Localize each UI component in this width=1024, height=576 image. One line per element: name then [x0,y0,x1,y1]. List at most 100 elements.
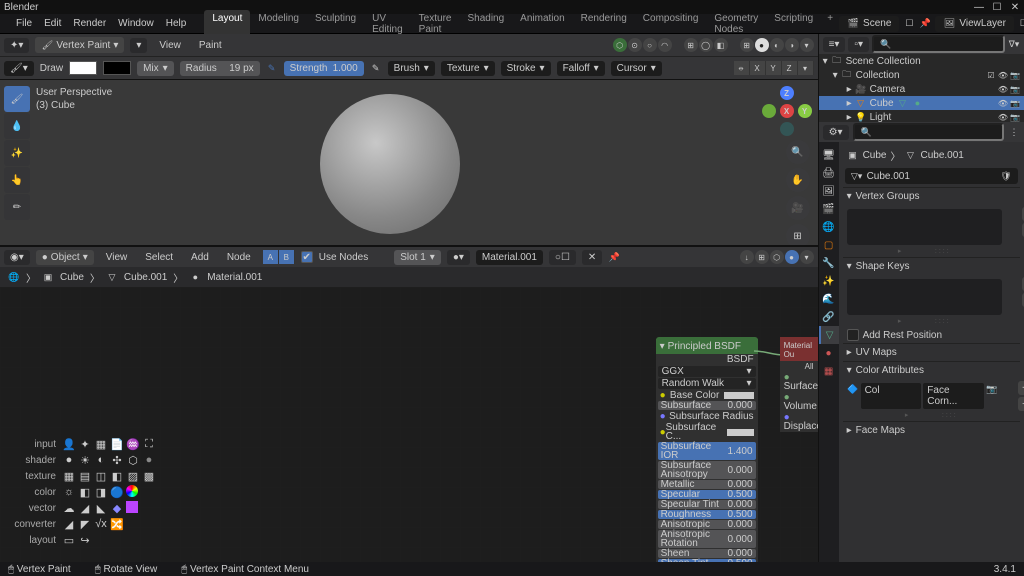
tab-texture[interactable]: ▦ [819,362,839,380]
layout-icon-1[interactable]: ▭ [62,533,76,547]
bsdf-subaniso[interactable]: Subsurface Anisotropy0.000 [658,461,756,479]
tab-physics[interactable]: 🌊 [819,290,839,308]
color-attr-name[interactable]: Col [861,383,922,409]
popover-stroke[interactable]: Stroke ▾ [501,61,551,76]
mirror-y[interactable]: Y [766,61,782,75]
shader-snap[interactable]: ⬡ [770,250,784,264]
menu-window[interactable]: Window [112,18,160,29]
collection-render[interactable]: 📷 [1010,70,1020,80]
outliner-collection[interactable]: ▾🗀Collection☑👁📷 [819,68,1024,82]
minimize-icon[interactable]: — [974,2,984,13]
viewlayer-selector[interactable]: 🖼 ViewLayer [935,16,1014,32]
input-icon-2[interactable]: ✦ [78,437,92,451]
bsdf-distribution[interactable]: GGX▾ [658,366,756,377]
nav-gizmo[interactable]: Z X Y [762,86,812,136]
viewport-3d[interactable]: User Perspective (3) Cube 🖌 💧 ✨ 👆 ✏ Z X … [0,80,818,245]
shader-overlay-a[interactable]: ↓ [740,250,754,264]
pin-icon[interactable]: 📌 [919,18,931,30]
sk-drag[interactable]: ▸ :::: [847,317,1002,325]
primary-color[interactable] [69,61,97,75]
outliner-camera[interactable]: ▸🎥Camera👁📷 [819,82,1024,96]
slot-selector[interactable]: Slot 1 ▾ [394,250,441,265]
material-browse[interactable]: ●▾ [447,250,470,265]
bsdf-subsurface[interactable]: Subsurface0.000 [658,401,756,410]
vec-icon-3[interactable]: ◣ [94,501,108,515]
tool-draw[interactable]: 🖌 [4,86,30,112]
strength-pressure-icon[interactable]: ✎ [370,62,382,74]
nav-z-neg[interactable] [780,122,794,136]
conv-icon-1[interactable]: ◢ [62,517,76,531]
xray-icon[interactable]: ◧ [714,38,728,52]
maximize-icon[interactable]: ☐ [992,2,1002,13]
tex-icon-4[interactable]: ◧ [110,469,124,483]
input-icon-1[interactable]: 👤 [62,437,76,451]
shader-icon-1[interactable]: ● [62,453,76,467]
gizmo-toggle[interactable]: ◯ [699,38,713,52]
bsdf-header[interactable]: ▾Principled BSDF [656,339,758,354]
shader-icon-2[interactable]: ☀ [78,453,92,467]
perspective-icon[interactable]: ⊞ [786,224,810,245]
shading-render-icon[interactable]: ◑ [785,38,799,52]
panel-shape-keys[interactable]: ▾Shape Keys [843,257,1020,275]
shield-icon[interactable]: 🛡 [1000,170,1012,182]
outliner-filter-icon[interactable]: ∇▾ [1008,38,1020,50]
light-render[interactable]: 📷 [1010,112,1020,122]
menu-edit[interactable]: Edit [38,18,67,29]
use-nodes-check[interactable]: ✔ [301,251,313,263]
bsdf-roughness[interactable]: Roughness0.500 [658,510,756,519]
input-icon-4[interactable]: 📄 [110,437,124,451]
material-new[interactable]: ○☐ [549,250,576,265]
material-name-field[interactable]: Material.001 [476,250,543,265]
cam-render[interactable]: 📷 [1010,84,1020,94]
bsdf-specular[interactable]: Specular0.500 [658,490,756,499]
editor-type-selector[interactable]: ✦▾ [4,38,29,53]
shader-icon-3[interactable]: ◐ [94,453,108,467]
shading-dropdown[interactable]: ▾ [800,38,814,52]
vertex-groups-list[interactable] [847,209,1002,245]
properties-type[interactable]: ⚙▾ [823,125,849,140]
viewport-menu-paint[interactable]: Paint [193,40,228,51]
input-icon-3[interactable]: ▦ [94,437,108,451]
col-icon-3[interactable]: ◨ [94,485,108,499]
radius-slider[interactable]: Radius19 px [180,61,260,76]
shader-icon-5[interactable]: ⬡ [126,453,140,467]
close-icon[interactable]: ✕ [1010,2,1020,13]
tex-icon-2[interactable]: ▤ [78,469,92,483]
shader-type-selector[interactable]: ● Object ▾ [36,250,94,265]
vg-drag[interactable]: ▸ :::: [847,247,1002,255]
vec-icon-1[interactable]: ☁ [62,501,76,515]
attr-a[interactable]: A [263,250,279,264]
shading-solid-icon[interactable]: ● [755,38,769,52]
col-icon-2[interactable]: ◧ [78,485,92,499]
tab-viewlayer[interactable]: 🖼 [819,182,839,200]
bsdf-metallic[interactable]: Metallic0.000 [658,480,756,489]
cam-eye[interactable]: 👁 [998,84,1008,94]
viewlayer-new-icon[interactable]: ☐ [1018,18,1024,30]
blend-mode[interactable]: Mix ▾ [137,61,174,76]
color-attr-type[interactable]: Face Corn... [923,383,984,409]
shader-preview[interactable]: ● [785,250,799,264]
tex-icon-1[interactable]: ▦ [62,469,76,483]
conv-icon-2[interactable]: ◤ [78,517,92,531]
viewport-dropdown[interactable]: ▾ [130,38,147,53]
mirror-none[interactable]: ⦵ [734,61,750,75]
tab-render[interactable]: 🖥 [819,146,839,164]
shader-menu-select[interactable]: Select [139,252,179,263]
collection-eye[interactable]: 👁 [998,70,1008,80]
scene-selector[interactable]: 🎬 Scene [839,16,899,32]
shader-menu-node[interactable]: Node [221,252,257,263]
tab-world[interactable]: 🌐 [819,218,839,236]
menu-help[interactable]: Help [160,18,193,29]
breadcrumb-mat[interactable]: Material.001 [207,272,262,283]
bsdf-spectint[interactable]: Specular Tint0.000 [658,500,756,509]
viewport-menu-view[interactable]: View [153,40,187,51]
pan-icon[interactable]: ✋ [786,168,810,192]
tab-output[interactable]: 🖨 [819,164,839,182]
zoom-icon[interactable]: 🔍 [786,140,810,164]
vec-icon-2[interactable]: ◢ [78,501,92,515]
radius-pressure-icon[interactable]: ✎ [266,62,278,74]
ca-add[interactable]: + [1018,381,1024,395]
shader-menu-add[interactable]: Add [185,252,215,263]
popover-texture[interactable]: Texture ▾ [441,61,495,76]
mirror-z[interactable]: Z [782,61,798,75]
